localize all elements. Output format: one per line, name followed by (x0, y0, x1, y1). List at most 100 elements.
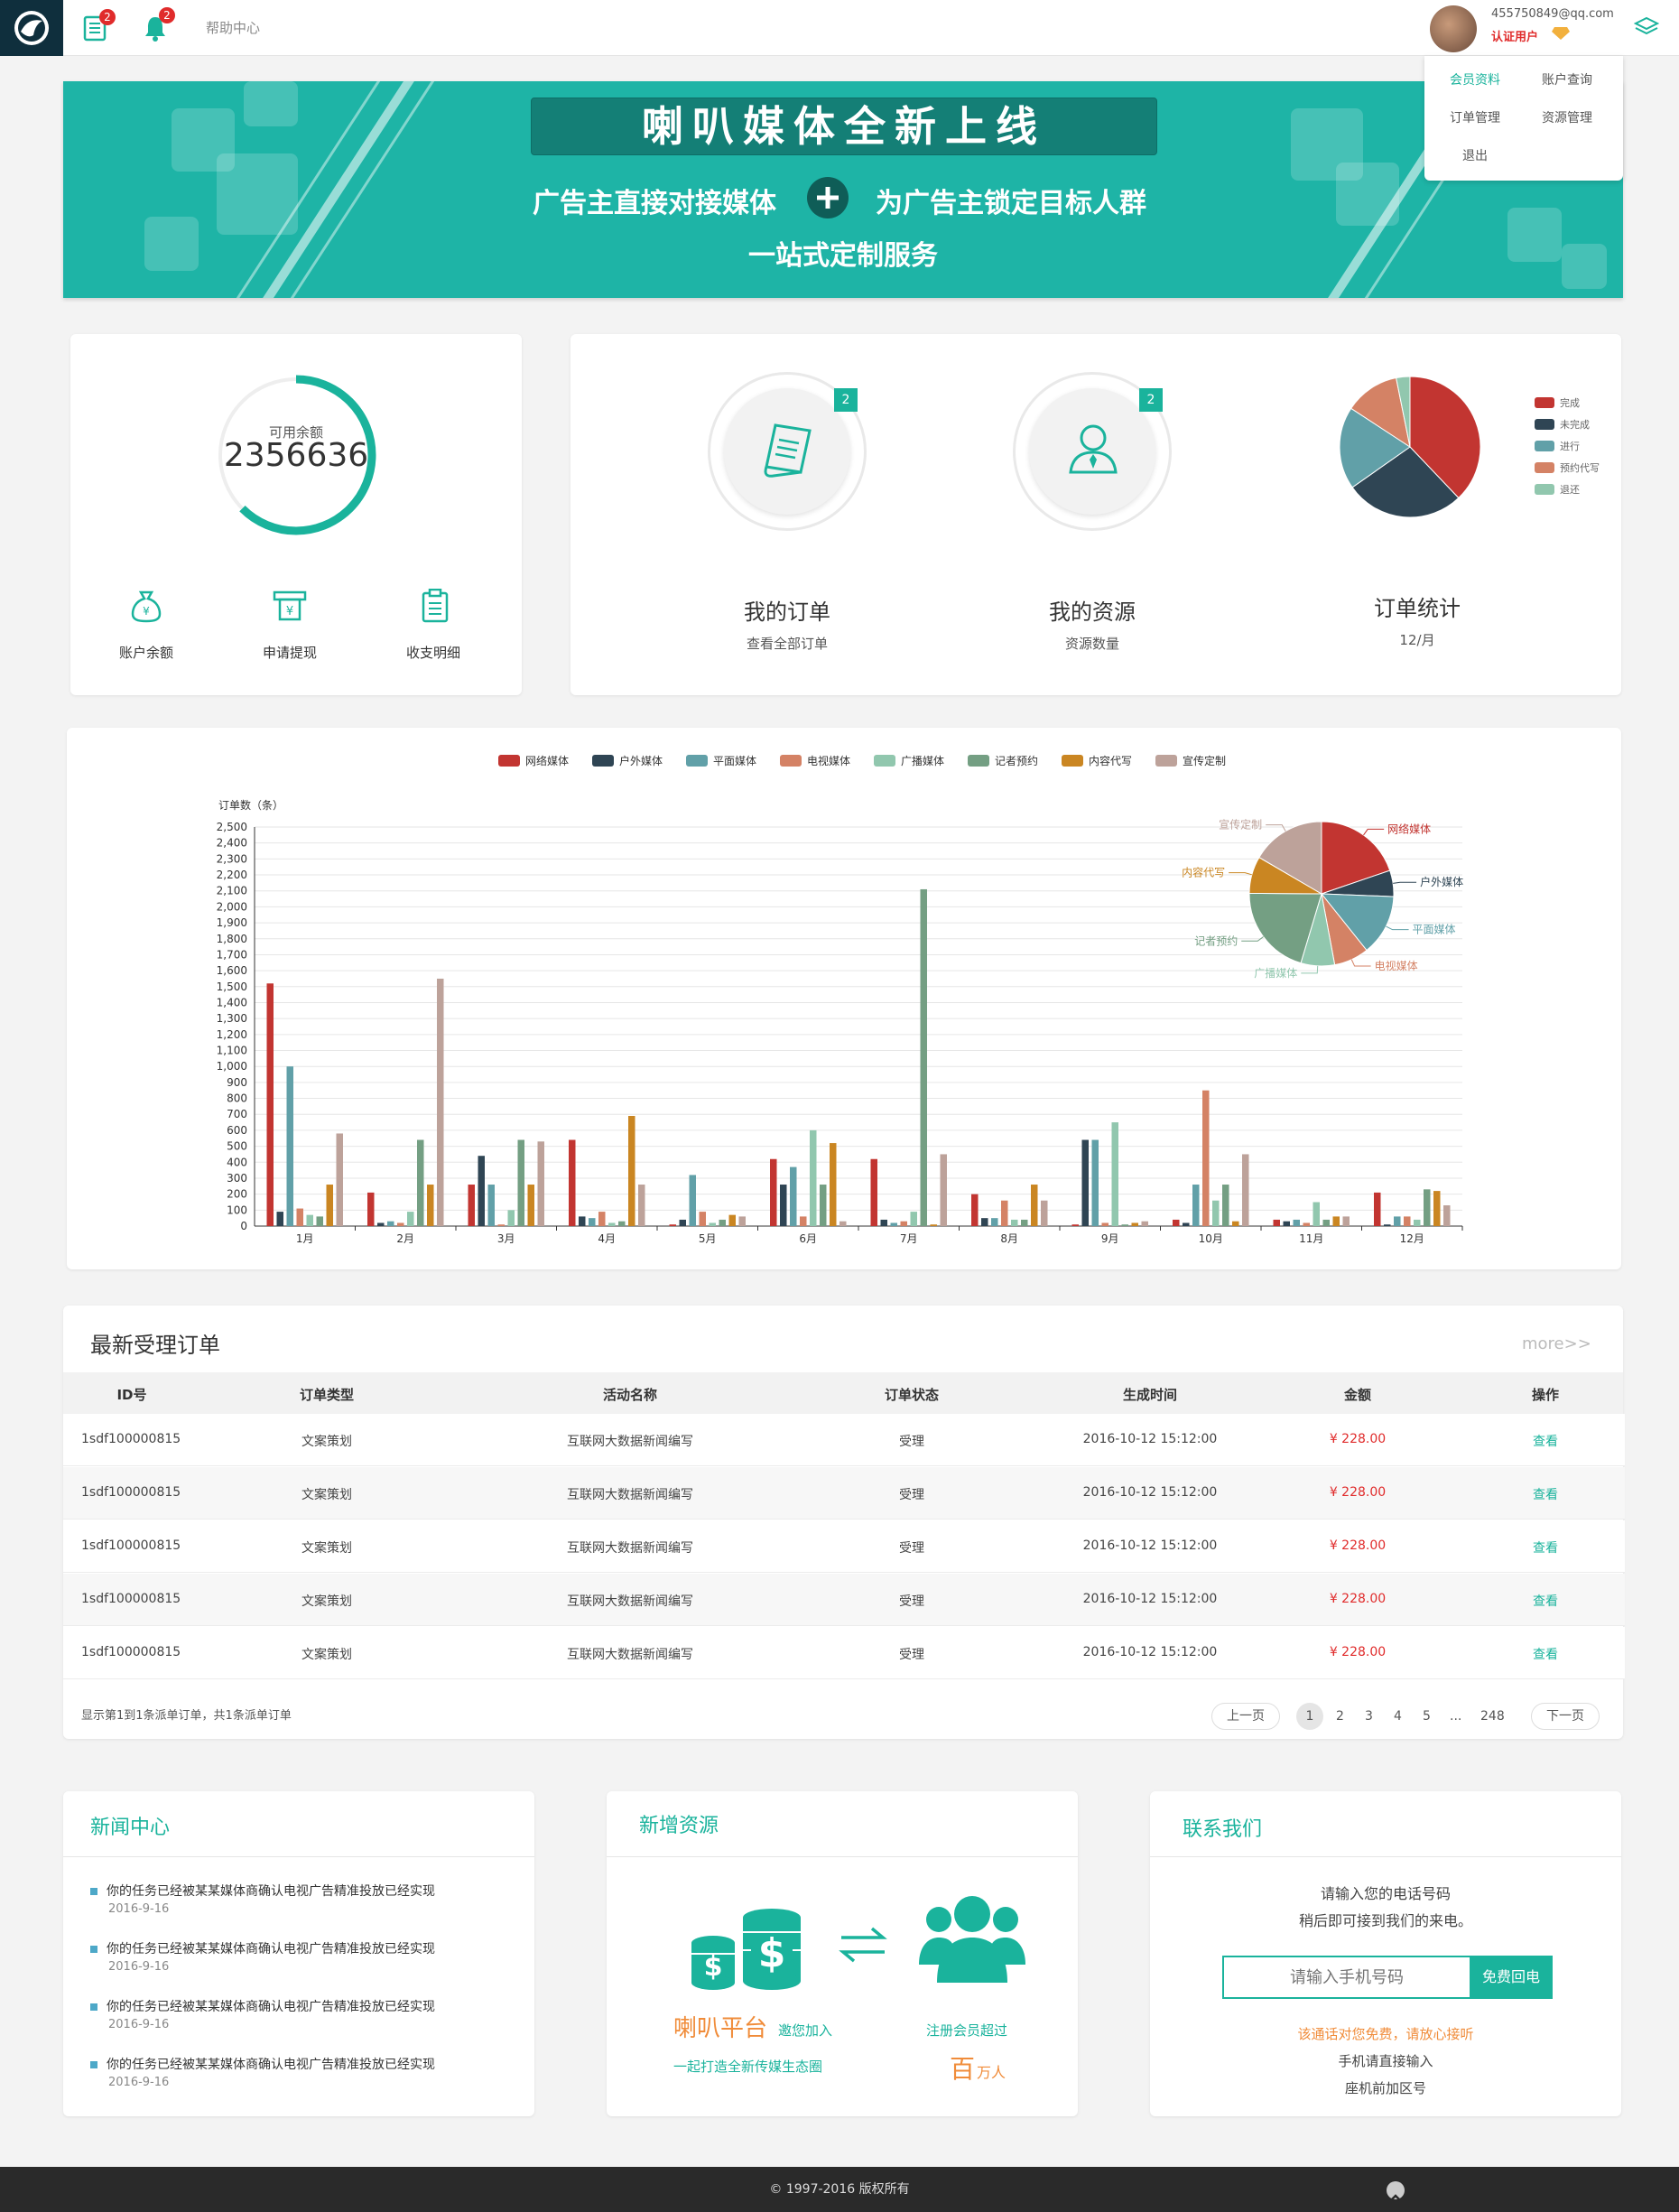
table-row[interactable]: 1sdf100000815 文案策划 互联网大数据新闻编写 受理 2016-10-12 … (63, 1520, 1625, 1573)
view-link[interactable]: 查看 (1533, 1432, 1558, 1450)
news-item[interactable]: 你的任务已经被某某媒体商确认电视广告精准投放已经实现 2016-9-16 (90, 1997, 435, 2031)
bar (810, 1129, 817, 1226)
ledger-icon[interactable] (421, 588, 450, 627)
view-link[interactable]: 查看 (1533, 1592, 1558, 1610)
next-page-button[interactable]: 下一页 (1531, 1703, 1600, 1730)
bar (1101, 1222, 1109, 1226)
x-tick-label: 10月 (1199, 1232, 1223, 1245)
withdraw-icon[interactable]: ¥ (273, 589, 307, 627)
table-row[interactable]: 1sdf100000815 文案策划 互联网大数据新闻编写 受理 2016-10-12 … (63, 1414, 1625, 1466)
menu-item-profile[interactable]: 会员资料 (1450, 70, 1500, 88)
cell-time: 2016-10-12 15:12:00 (1082, 1592, 1218, 1606)
th-activity: 活动名称 (602, 1387, 658, 1403)
action-withdraw[interactable]: 申请提现 (245, 643, 335, 662)
news-item[interactable]: 你的任务已经被某某媒体商确认电视广告精准投放已经实现 2016-9-16 (90, 2055, 435, 2089)
bell-icon[interactable]: 2 (143, 7, 175, 45)
contact-note1: 该通话对您免费，请放心接听 (1297, 2026, 1474, 2042)
receipt-icon (764, 423, 812, 478)
table-header: ID号 订单类型 活动名称 订单状态 生成时间 金额 操作 (63, 1372, 1623, 1414)
table-row[interactable]: 1sdf100000815 文案策划 互联网大数据新闻编写 受理 2016-10-12 … (63, 1627, 1625, 1679)
view-link[interactable]: 查看 (1533, 1538, 1558, 1557)
table-row[interactable]: 1sdf100000815 文案策划 互联网大数据新闻编写 受理 2016-10-12 … (63, 1574, 1625, 1626)
action-balance[interactable]: 账户余额 (101, 643, 191, 662)
bar (930, 1224, 937, 1226)
banner-line1-left: 广告主直接对接媒体 (533, 188, 776, 219)
y-tick-label: 900 (227, 1076, 247, 1089)
mini-legend-label: 完成 (1560, 396, 1580, 409)
bar (920, 888, 927, 1226)
x-tick-label: 8月 (1000, 1232, 1018, 1245)
bar (316, 1216, 323, 1226)
page-3[interactable]: 3 (1365, 1709, 1373, 1724)
view-link[interactable]: 查看 (1533, 1485, 1558, 1503)
menu-item-logout[interactable]: 退出 (1462, 146, 1488, 164)
banner-title: 喇叭媒体全新上线 (642, 102, 1046, 151)
news-item[interactable]: 你的任务已经被某某媒体商确认电视广告精准投放已经实现 2016-9-16 (90, 1939, 435, 1974)
page-4[interactable]: 4 (1394, 1709, 1402, 1724)
page-2[interactable]: 2 (1336, 1709, 1344, 1724)
stats-title[interactable]: 订单统计 (1327, 590, 1507, 622)
notice-badge: 2 (159, 7, 175, 23)
user-icon (1069, 424, 1118, 474)
legend-swatch (592, 755, 614, 767)
more-link[interactable]: more>> (1522, 1334, 1591, 1353)
avatar[interactable] (1430, 5, 1477, 52)
money-bag-icon[interactable]: ¥ (130, 589, 162, 627)
x-tick-label: 7月 (900, 1232, 918, 1245)
contact-card: 联系我们 请输入您的电话号码 稍后即可接到我们的来电。 免费回电 该通话对您免费… (1150, 1791, 1621, 2116)
bar (537, 1141, 544, 1226)
cell-activity: 互联网大数据新闻编写 (567, 1541, 693, 1556)
bar (830, 1143, 837, 1226)
platform-name: 喇叭平台 (673, 2015, 768, 2042)
cell-id: 1sdf100000815 (81, 1645, 181, 1659)
bar (326, 1185, 333, 1226)
resources-sub[interactable]: 资源数量 (1002, 634, 1183, 653)
cell-status: 受理 (899, 1435, 924, 1449)
svg-text:¥: ¥ (286, 605, 293, 618)
balance-value: 2356636 (223, 437, 369, 474)
news-item[interactable]: 你的任务已经被某某媒体商确认电视广告精准投放已经实现 2016-9-16 (90, 1882, 435, 1916)
orders-badge: 2 (99, 9, 116, 25)
cell-amount: ¥ 228.00 (1329, 1645, 1387, 1659)
back-to-top-icon[interactable] (1387, 2181, 1405, 2201)
orders-title[interactable]: 我的订单 (697, 594, 877, 626)
bar (1283, 1221, 1290, 1226)
view-link[interactable]: 查看 (1533, 1645, 1558, 1663)
bar (468, 1185, 475, 1226)
help-link[interactable]: 帮助中心 (206, 18, 260, 37)
orders-sub[interactable]: 查看全部订单 (697, 634, 877, 653)
bar (1313, 1202, 1320, 1226)
action-statement[interactable]: 收支明细 (388, 643, 478, 662)
orders-table-card: 最新受理订单 more>> ID号 订单类型 活动名称 订单状态 生成时间 金额… (63, 1306, 1625, 1739)
bar (437, 978, 444, 1226)
page-5[interactable]: 5 (1423, 1709, 1431, 1724)
resources-title[interactable]: 我的资源 (1002, 594, 1183, 626)
bar (1332, 1216, 1340, 1226)
contact-title: 联系我们 (1183, 1818, 1263, 1841)
cell-time: 2016-10-12 15:12:00 (1082, 1645, 1218, 1659)
mini-legend-label: 退还 (1560, 484, 1580, 496)
page-248[interactable]: 248 (1480, 1709, 1505, 1724)
bar (628, 1116, 635, 1226)
orders-icon[interactable]: 2 (83, 9, 116, 45)
logo[interactable] (0, 0, 63, 56)
bar (1424, 1189, 1431, 1226)
pie-label: 内容代写 (1182, 866, 1225, 879)
members-text: 注册会员超过 (926, 2022, 1008, 2039)
menu-item-account[interactable]: 账户查询 (1542, 70, 1592, 88)
layers-icon[interactable] (1633, 15, 1660, 42)
menu-item-resources[interactable]: 资源管理 (1542, 108, 1592, 126)
cell-activity: 互联网大数据新闻编写 (567, 1594, 693, 1609)
table-row[interactable]: 1sdf100000815 文案策划 互联网大数据新闻编写 受理 2016-10-12 … (63, 1467, 1625, 1520)
phone-input[interactable] (1222, 1956, 1470, 1999)
legend-label: 广播媒体 (901, 755, 944, 767)
page-1[interactable]: 1 (1296, 1703, 1323, 1730)
menu-item-orders[interactable]: 订单管理 (1450, 108, 1500, 126)
cell-type: 文案策划 (301, 1488, 352, 1502)
y-tick-label: 1,300 (217, 1012, 247, 1025)
bar (1242, 1154, 1249, 1226)
bar (890, 1222, 897, 1226)
prev-page-button[interactable]: 上一页 (1211, 1703, 1280, 1730)
x-tick-label: 9月 (1101, 1232, 1119, 1245)
callback-button[interactable]: 免费回电 (1470, 1956, 1553, 1999)
